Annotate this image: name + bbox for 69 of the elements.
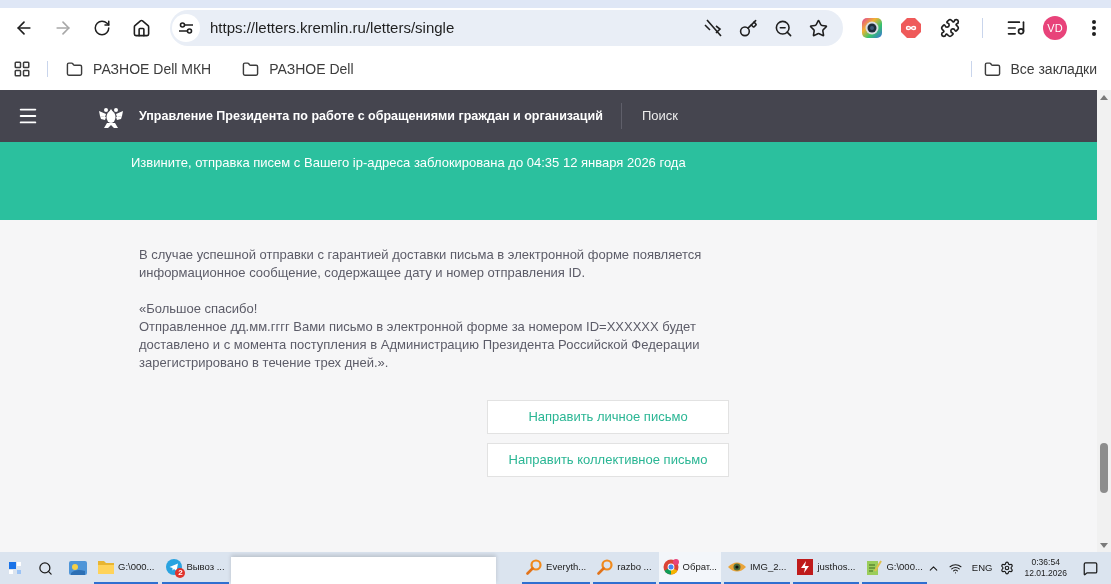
- search-icon: [38, 560, 53, 576]
- kebab-menu-icon: [1092, 20, 1096, 36]
- notepad-icon: [866, 559, 883, 575]
- bookmark-label: РАЗНОЕ Dell МКН: [93, 59, 212, 79]
- camera-lens-icon[interactable]: [862, 18, 882, 38]
- scroll-up-icon[interactable]: [1100, 94, 1108, 100]
- notification-icon[interactable]: [1083, 560, 1098, 576]
- taskbar-app-label: Вывоз ...: [186, 559, 225, 574]
- folder-icon: [66, 60, 83, 78]
- taskbar-app[interactable]: justhos...: [793, 552, 860, 584]
- playlist-icon[interactable]: [1006, 18, 1026, 38]
- site-settings-button[interactable]: [172, 14, 200, 42]
- taskbar-app-label: IMG_2...: [749, 559, 787, 574]
- taskbar-app[interactable]: razbo ...: [593, 552, 656, 584]
- taskbar-app-label: razbo ...: [617, 559, 652, 574]
- folder-icon: [242, 60, 260, 78]
- apps-grid-icon[interactable]: [13, 60, 31, 78]
- clock[interactable]: 0:36:54 12.01.2026: [1024, 557, 1067, 579]
- home-icon: [131, 18, 151, 38]
- magnifier-icon: [526, 559, 543, 575]
- taskbar-app[interactable]: G:\000...: [862, 552, 927, 584]
- taskbar-app[interactable]: 2 Вывоз ...: [162, 552, 229, 584]
- puzzle-icon[interactable]: [940, 18, 960, 38]
- octagon-infinity-icon[interactable]: [901, 18, 921, 38]
- search-link[interactable]: Поиск: [641, 106, 678, 126]
- landscape-icon: [69, 561, 87, 575]
- bookmark-folder[interactable]: РАЗНОЕ Dell МКН: [58, 55, 220, 83]
- taskbar-app[interactable]: Обрат...: [658, 552, 721, 584]
- zoom-out-icon[interactable]: [773, 18, 793, 38]
- scrollbar-thumb[interactable]: [1100, 443, 1108, 493]
- reload-icon: [93, 19, 111, 37]
- slashed-arrows-icon[interactable]: [704, 19, 722, 37]
- paper-plane-icon: [166, 559, 183, 575]
- ring-app-icon: [662, 559, 679, 575]
- address-bar[interactable]: https://letters.kremlin.ru/letters/single: [170, 10, 843, 46]
- bookmark-folder[interactable]: РАЗНОЕ Dell: [234, 55, 362, 83]
- taskbar-app[interactable]: IMG_2...: [723, 552, 791, 584]
- body-text: В случае успешной отправки с гарантией доставки письма в электронной форме появляется информационное сообщение, содержащее дату и номер отправления ID.: [139, 246, 703, 282]
- lightning-tile-icon: [797, 559, 814, 575]
- taskbar-app[interactable]: G:\000...: [94, 552, 159, 584]
- language-indicator[interactable]: ENG: [971, 560, 993, 576]
- wifi-icon[interactable]: [948, 561, 962, 575]
- all-bookmarks-label: Все закладки: [1010, 59, 1097, 79]
- site-title[interactable]: Управление Президента по работе с обращениями граждан и организаций: [139, 106, 603, 126]
- folder-icon: [984, 60, 1002, 78]
- url-text: https://letters.kremlin.ru/letters/single: [210, 17, 455, 38]
- alert-message: Извините, отправка писем с Вашего ip-адреса заблокирована до 04:35 12 января 2026 года: [131, 154, 687, 172]
- folder-icon: [98, 560, 114, 574]
- eye-icon: [727, 561, 746, 573]
- key-icon[interactable]: [738, 18, 758, 38]
- scroll-down-icon[interactable]: [1100, 542, 1108, 548]
- all-bookmarks-button[interactable]: Все закладки: [984, 58, 1097, 80]
- taskbar-app-label: Everyth...: [546, 559, 587, 574]
- magnifier-icon: [597, 559, 614, 575]
- settings-icon[interactable]: [1000, 561, 1015, 575]
- start-icon: [9, 562, 21, 574]
- unread-count-badge: 2: [175, 568, 186, 578]
- taskbar-app-label: G:\000...: [886, 559, 923, 574]
- scrollbar[interactable]: [1097, 90, 1111, 552]
- body-text: Отправленное дд.мм.гггг Вами письмо в электронной форме за номером ID=XXXXXX будет доставлено и с момента поступления в Администрацию Президента Российской Федерации зарегистрировано в течение трех дней.».: [139, 318, 701, 372]
- taskbar-app-label: justhos...: [817, 559, 856, 574]
- taskbar-app[interactable]: Everyth...: [522, 552, 591, 584]
- taskbar-app-label: Обрат...: [682, 559, 717, 574]
- bookmark-label: РАЗНОЕ Dell: [269, 59, 354, 79]
- body-text: «Большое спасибо!: [139, 300, 259, 318]
- bookmark-star-icon[interactable]: [808, 18, 828, 38]
- taskbar-app-label: G:\000...: [118, 559, 155, 574]
- tune-icon: [179, 22, 193, 34]
- profile-avatar[interactable]: VD: [1043, 16, 1067, 40]
